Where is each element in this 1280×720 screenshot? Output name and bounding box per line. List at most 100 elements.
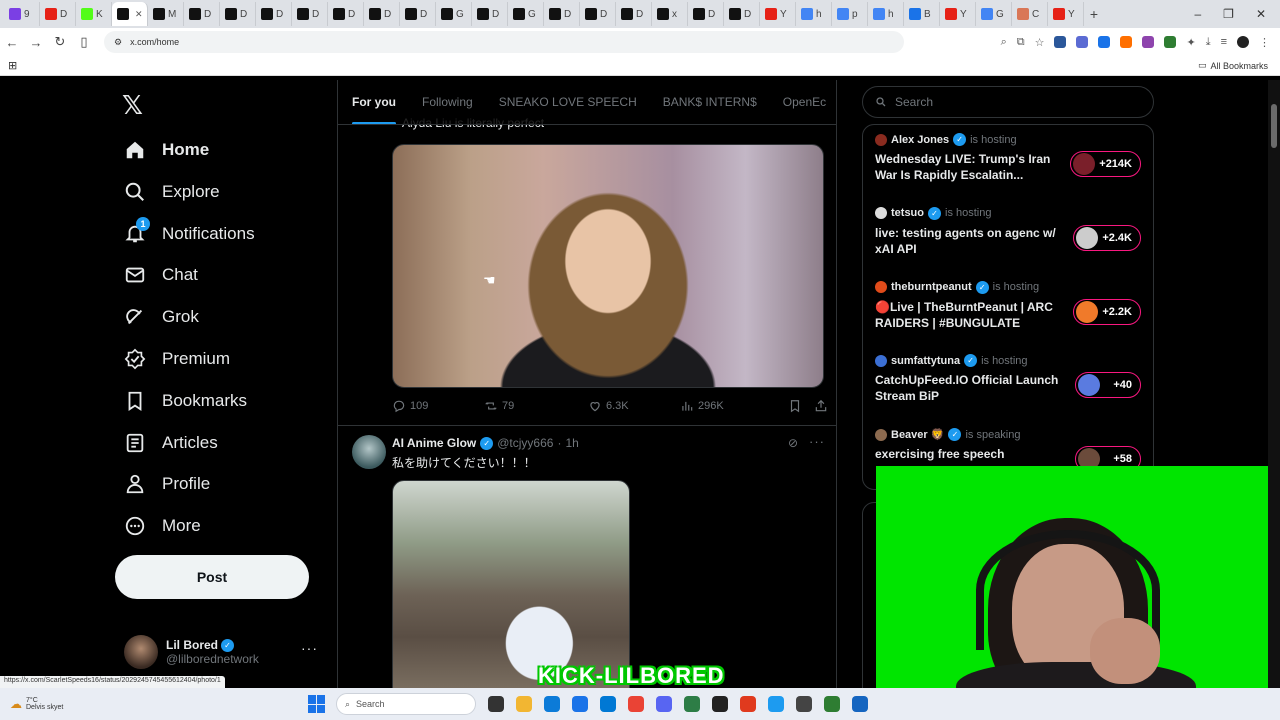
browser-tab[interactable]: h (796, 2, 832, 26)
zoom-icon[interactable]: ⌕ (1001, 36, 1007, 49)
address-bar[interactable]: ⚙ x.com/home (104, 31, 904, 53)
more-dots-icon[interactable]: ··· (301, 640, 318, 656)
browser-tab[interactable]: D (400, 2, 436, 26)
nav-item-explore[interactable]: Explore (124, 174, 220, 210)
post-button[interactable]: Post (115, 555, 309, 599)
bookmark-button[interactable] (788, 399, 802, 413)
scrollbar-thumb[interactable] (1271, 104, 1277, 148)
tweet-image[interactable] (392, 480, 630, 688)
reload-icon[interactable]: ↻ (48, 34, 72, 50)
x-logo-icon[interactable]: 𝕏 (122, 90, 152, 120)
taskbar-app-icon[interactable] (684, 696, 700, 712)
nav-item-premium[interactable]: Premium (124, 341, 230, 377)
browser-tab[interactable]: D (724, 2, 760, 26)
browser-tab[interactable]: G (508, 2, 544, 26)
feed-tab[interactable]: Following (422, 80, 473, 124)
listener-count-pill[interactable]: +2.4K (1073, 224, 1141, 251)
extension-icon[interactable] (1054, 36, 1067, 48)
taskbar-app-icon[interactable] (740, 696, 756, 712)
feed-tab[interactable]: BANK$ INTERN$ (663, 80, 757, 124)
back-icon[interactable]: ← (0, 35, 24, 50)
listener-count-pill[interactable]: +2.2K (1073, 298, 1141, 325)
browser-tab[interactable]: D (364, 2, 400, 26)
browser-tab[interactable]: h (868, 2, 904, 26)
browser-tab[interactable]: D (688, 2, 724, 26)
browser-tab[interactable]: M (148, 2, 184, 26)
reply-button[interactable]: 109 (392, 399, 484, 413)
extension-icon[interactable] (1164, 36, 1177, 48)
taskbar-app-icon[interactable] (572, 696, 588, 712)
nav-item-more[interactable]: More (124, 508, 201, 544)
browser-tab[interactable]: D (40, 2, 76, 26)
profile-avatar[interactable] (1237, 36, 1249, 48)
new-tab-button[interactable]: + (1084, 6, 1104, 22)
star-bookmark-icon[interactable]: ☆ (1035, 36, 1045, 49)
extension-icon[interactable] (1142, 36, 1155, 48)
browser-tab[interactable]: K (76, 2, 112, 26)
browser-tab[interactable]: D (472, 2, 508, 26)
taskbar-app-icon[interactable] (796, 696, 812, 712)
taskbar-app-icon[interactable] (768, 696, 784, 712)
browser-tab[interactable]: D (580, 2, 616, 26)
browser-tab[interactable]: D (616, 2, 652, 26)
taskbar-app-icon[interactable] (824, 696, 840, 712)
site-info-icon[interactable]: ⚙ (114, 37, 122, 48)
taskbar-app-icon[interactable] (544, 696, 560, 712)
browser-tab[interactable]: D (292, 2, 328, 26)
browser-tab[interactable]: D (184, 2, 220, 26)
extension-icon[interactable] (1120, 36, 1133, 48)
taskbar-app-icon[interactable] (656, 696, 672, 712)
browser-tab[interactable]: D (256, 2, 292, 26)
author-name[interactable]: AI Anime Glow (392, 436, 476, 450)
browser-tab[interactable]: C (1012, 2, 1048, 26)
minimize-button[interactable]: – (1194, 7, 1201, 21)
browser-tab[interactable]: G (436, 2, 472, 26)
weather-widget[interactable]: ☁ 7°C Delvis skyet (0, 697, 300, 711)
like-button[interactable]: 6.3K (588, 399, 680, 413)
install-icon[interactable]: ⧉ (1017, 36, 1025, 49)
taskbar-app-icon[interactable] (852, 696, 868, 712)
apps-grid-icon[interactable]: ⊞ (8, 59, 17, 72)
scrollbar[interactable] (1268, 80, 1280, 688)
browser-tab[interactable]: G (976, 2, 1012, 26)
taskbar-app-icon[interactable] (516, 696, 532, 712)
browser-tab[interactable]: D (544, 2, 580, 26)
live-space[interactable]: tetsuo ✓ is hosting live: testing agents on… (875, 206, 1145, 275)
avatar[interactable] (352, 435, 386, 469)
grok-icon[interactable]: ⊘ (788, 436, 798, 450)
menu-list-icon[interactable]: ≡ (1221, 36, 1227, 48)
all-bookmarks-button[interactable]: ▭ All Bookmarks (1198, 60, 1268, 71)
browser-tab[interactable]: D (328, 2, 364, 26)
close-tab-icon[interactable]: ✕ (135, 9, 143, 20)
views-button[interactable]: 296K (680, 399, 784, 413)
browser-tab[interactable]: x (652, 2, 688, 26)
feed-tab[interactable]: SNEAKO LOVE SPEECH (499, 80, 637, 124)
live-space[interactable]: sumfattytuna ✓ is hosting CatchUpFeed.IO Of… (875, 354, 1145, 422)
puzzle-icon[interactable]: ✦ (1186, 36, 1195, 49)
tweet-image[interactable] (392, 144, 824, 388)
maximize-button[interactable]: ❐ (1223, 7, 1234, 21)
browser-tab[interactable]: p (832, 2, 868, 26)
taskbar-app-icon[interactable] (712, 696, 728, 712)
search-input[interactable]: Search (862, 86, 1154, 118)
taskbar-app-icon[interactable] (488, 696, 504, 712)
more-dots-icon[interactable]: ··· (809, 434, 825, 449)
taskbar-search[interactable]: ⌕ Search (336, 693, 476, 715)
browser-tab[interactable]: 9 (4, 2, 40, 26)
listener-count-pill[interactable]: +40 (1075, 372, 1141, 399)
nav-item-bookmarks[interactable]: Bookmarks (124, 383, 247, 419)
browser-tab[interactable]: Y (1048, 2, 1084, 26)
download-icon[interactable]: ⤓ (1206, 36, 1211, 49)
nav-item-articles[interactable]: Articles (124, 425, 218, 461)
live-space[interactable]: theburntpeanut ✓ is hosting 🔴Live | TheBurn… (875, 280, 1145, 349)
sidebar-toggle-icon[interactable]: ▯ (72, 34, 96, 50)
forward-icon[interactable]: → (24, 35, 48, 50)
browser-tab[interactable]: ✕ (112, 2, 148, 26)
author-handle[interactable]: @tcjyy666 (497, 436, 553, 450)
kebab-menu-icon[interactable]: ⋮ (1259, 36, 1270, 49)
nav-item-profile[interactable]: Profile (124, 466, 210, 502)
browser-tab[interactable]: D (220, 2, 256, 26)
close-window-button[interactable]: ✕ (1256, 7, 1266, 21)
windows-start-icon[interactable] (308, 695, 326, 713)
repost-button[interactable]: 79 (484, 399, 588, 413)
